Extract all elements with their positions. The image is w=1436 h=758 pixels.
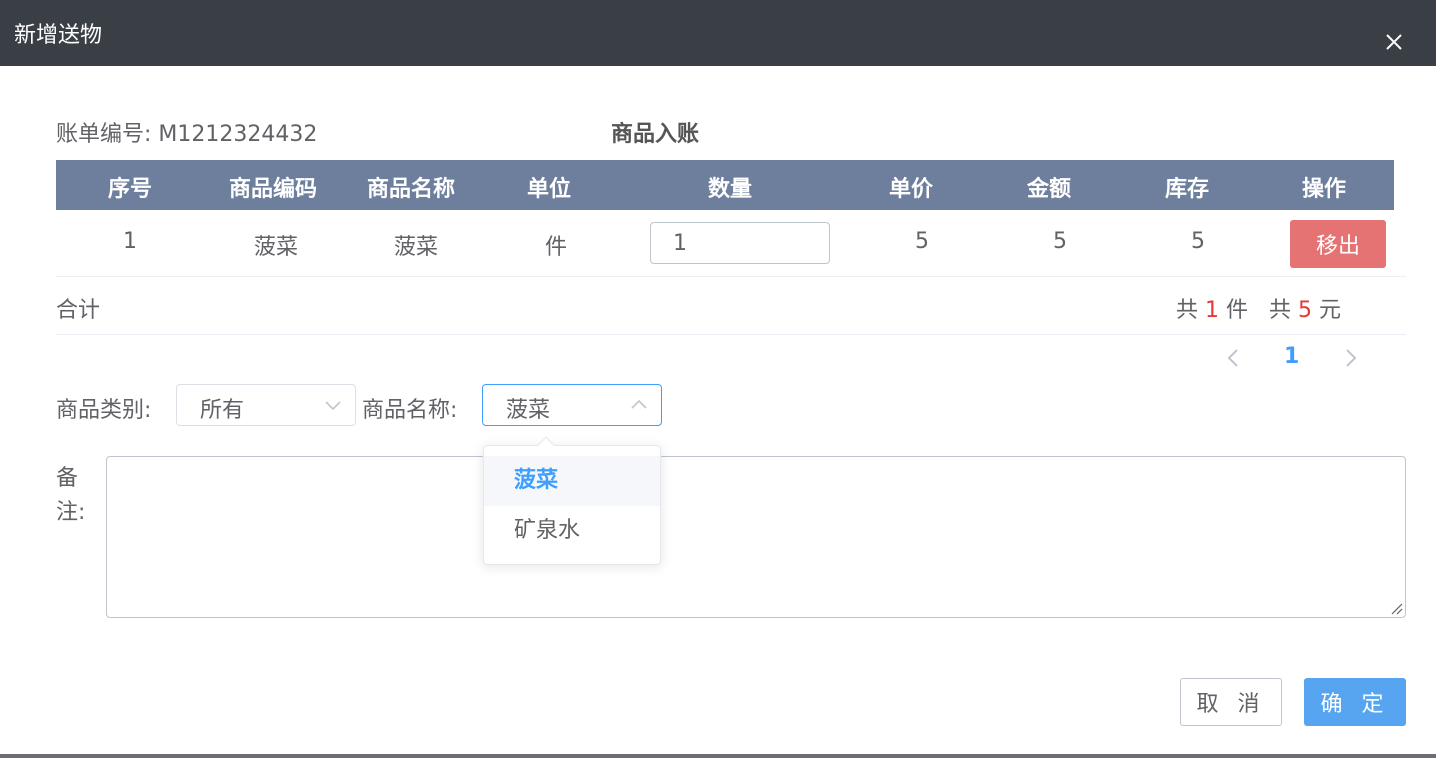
- remark-label-line2: 注:: [56, 494, 85, 526]
- dropdown-option-mineral-water[interactable]: 矿泉水: [484, 506, 660, 556]
- product-name-select[interactable]: 菠菜: [482, 384, 662, 426]
- close-icon[interactable]: [1382, 30, 1406, 54]
- header-amount: 金额: [1027, 171, 1071, 203]
- total-row: 合计 共 1 件 共 5 元: [56, 277, 1406, 335]
- remark-label-line1: 备: [56, 460, 78, 492]
- table-row: 1 菠菜 菠菜 件 5 5 5 移出: [56, 210, 1406, 277]
- cell-unit: 件: [545, 229, 567, 261]
- bottom-border: [0, 754, 1436, 758]
- chevron-left-icon[interactable]: [1222, 346, 1246, 370]
- product-name-label: 商品名称:: [362, 392, 457, 424]
- count-value: 1: [1205, 298, 1219, 323]
- category-value: 所有: [200, 392, 244, 424]
- sum-prefix: 共: [1269, 298, 1291, 323]
- remove-button[interactable]: 移出: [1290, 220, 1386, 268]
- header-index: 序号: [108, 171, 152, 203]
- cancel-button[interactable]: 取 消: [1180, 678, 1282, 726]
- dropdown-caret: [538, 437, 555, 454]
- bill-number: 账单编号: M1212324432: [56, 116, 317, 148]
- cell-unit-price: 5: [915, 229, 929, 254]
- chevron-up-icon: [629, 395, 649, 415]
- dropdown-option-spinach[interactable]: 菠菜: [484, 456, 660, 506]
- header-quantity: 数量: [708, 171, 752, 203]
- product-name-value: 菠菜: [506, 392, 550, 424]
- cell-name: 菠菜: [394, 229, 438, 261]
- count-unit: 件: [1226, 298, 1248, 323]
- resize-grip-icon[interactable]: [1389, 601, 1403, 615]
- total-label: 合计: [56, 292, 100, 324]
- section-title: 商品入账: [611, 116, 699, 148]
- cell-code: 菠菜: [254, 229, 298, 261]
- category-select[interactable]: 所有: [176, 384, 356, 426]
- confirm-button[interactable]: 确 定: [1304, 678, 1406, 726]
- header-action: 操作: [1302, 171, 1346, 203]
- quantity-input[interactable]: [650, 222, 830, 264]
- sum-value: 5: [1298, 298, 1312, 323]
- dialog-title: 新增送物: [14, 17, 102, 49]
- chevron-down-icon: [323, 395, 343, 415]
- total-summary: 共 1 件 共 5 元: [1176, 292, 1341, 324]
- product-name-dropdown: 菠菜 矿泉水: [483, 445, 661, 565]
- table-header: 序号 商品编码 商品名称 单位 数量 单价 金额 库存 操作: [56, 160, 1394, 210]
- category-label: 商品类别:: [56, 392, 151, 424]
- header-stock: 库存: [1165, 171, 1209, 203]
- count-prefix: 共: [1176, 298, 1198, 323]
- cell-stock: 5: [1191, 229, 1205, 254]
- cell-index: 1: [123, 229, 137, 254]
- page-number[interactable]: 1: [1284, 344, 1299, 369]
- header-unit: 单位: [527, 171, 571, 203]
- header-unit-price: 单价: [889, 171, 933, 203]
- cell-amount: 5: [1053, 229, 1067, 254]
- sum-unit: 元: [1319, 298, 1341, 323]
- header-code: 商品编码: [229, 171, 317, 203]
- header-name: 商品名称: [367, 171, 455, 203]
- remark-textarea[interactable]: [106, 456, 1406, 618]
- chevron-right-icon[interactable]: [1338, 346, 1362, 370]
- dialog-header: 新增送物: [0, 0, 1436, 66]
